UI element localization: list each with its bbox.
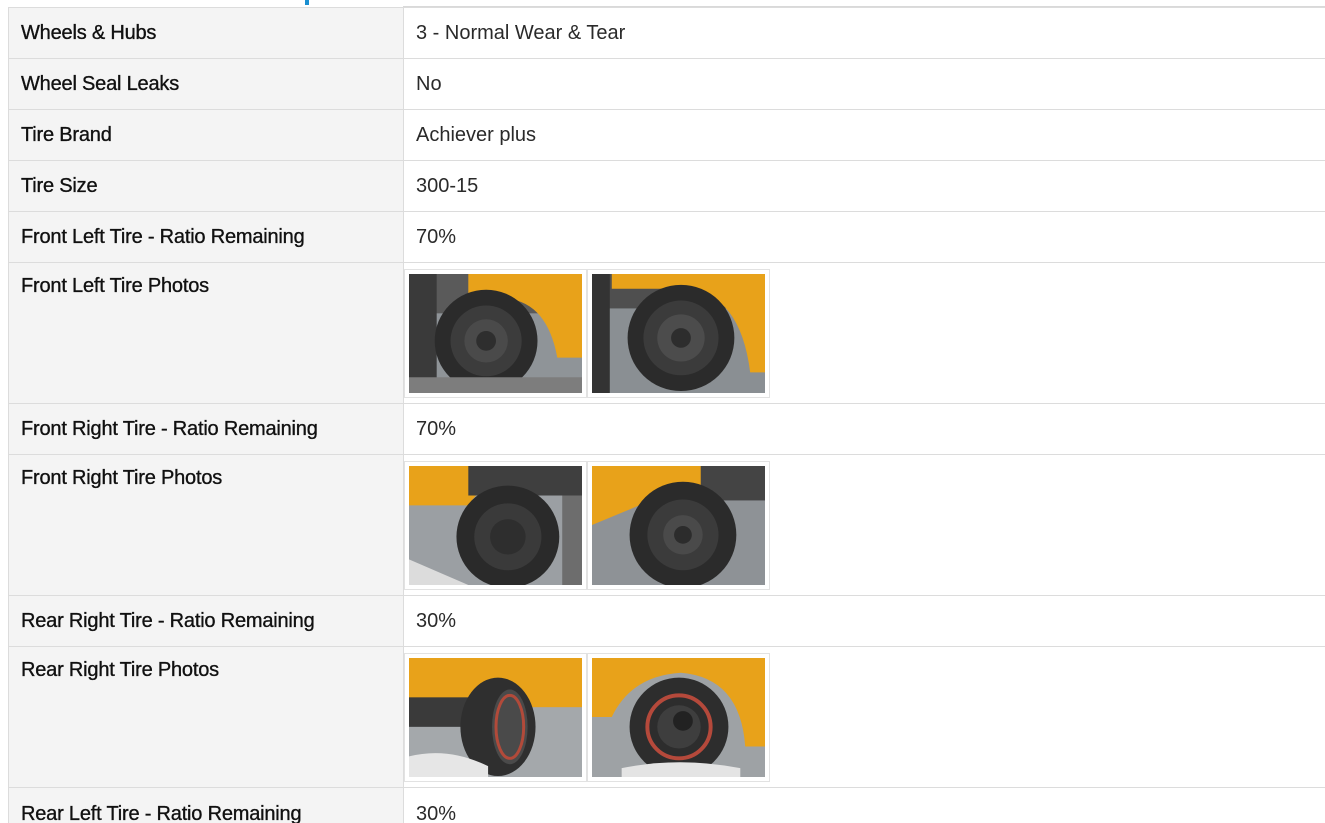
row-label-rear-right-photos: Rear Right Tire Photos (8, 646, 404, 788)
row-value-rear-right-photos (403, 646, 1325, 788)
table-row: Front Left Tire Photos (8, 262, 1325, 404)
inspection-report-page: Wheels & Hubs 3 - Normal Wear & Tear Whe… (0, 0, 1325, 823)
tire-photo-thumbnail[interactable] (587, 652, 770, 782)
photo-gallery (404, 268, 1325, 398)
row-label-front-right-ratio: Front Right Tire - Ratio Remaining (8, 403, 404, 455)
row-label-rear-left-ratio: Rear Left Tire - Ratio Remaining (8, 787, 404, 823)
table-row: Wheels & Hubs 3 - Normal Wear & Tear (8, 7, 1325, 59)
row-value-rear-right-ratio: 30% (403, 595, 1325, 647)
row-label-tire-brand: Tire Brand (8, 109, 404, 161)
table-row: Rear Left Tire - Ratio Remaining 30% (8, 787, 1325, 823)
rear-right-tire-photo-2 (592, 657, 765, 777)
table-row: Front Right Tire - Ratio Remaining 70% (8, 403, 1325, 455)
row-value-front-left-ratio: 70% (403, 211, 1325, 263)
section-title-accent (305, 0, 309, 5)
front-left-tire-photo-1 (409, 273, 582, 393)
row-value-front-left-photos (403, 262, 1325, 404)
row-label-front-right-photos: Front Right Tire Photos (8, 454, 404, 596)
table-row: Front Left Tire - Ratio Remaining 70% (8, 211, 1325, 263)
row-label-rear-right-ratio: Rear Right Tire - Ratio Remaining (8, 595, 404, 647)
table-row: Tire Size 300-15 (8, 160, 1325, 212)
table-row: Rear Right Tire Photos (8, 646, 1325, 788)
tire-photo-thumbnail[interactable] (404, 460, 587, 590)
front-right-tire-photo-1 (409, 465, 582, 585)
photo-gallery (404, 652, 1325, 782)
row-value-rear-left-ratio: 30% (403, 787, 1325, 823)
front-left-tire-photo-2 (592, 273, 765, 393)
row-value-tire-brand: Achiever plus (403, 109, 1325, 161)
row-label-front-left-photos: Front Left Tire Photos (8, 262, 404, 404)
row-value-tire-size: 300-15 (403, 160, 1325, 212)
row-label-wheels-hubs: Wheels & Hubs (8, 7, 404, 59)
row-label-wheel-seal-leaks: Wheel Seal Leaks (8, 58, 404, 110)
tire-photo-thumbnail[interactable] (587, 460, 770, 590)
tire-photo-thumbnail[interactable] (404, 268, 587, 398)
row-value-front-right-photos (403, 454, 1325, 596)
front-right-tire-photo-2 (592, 465, 765, 585)
table-row: Tire Brand Achiever plus (8, 109, 1325, 161)
table-row: Front Right Tire Photos (8, 454, 1325, 596)
row-value-wheels-hubs: 3 - Normal Wear & Tear (403, 7, 1325, 59)
row-value-wheel-seal-leaks: No (403, 58, 1325, 110)
rear-right-tire-photo-1 (409, 657, 582, 777)
photo-gallery (404, 460, 1325, 590)
tire-photo-thumbnail[interactable] (587, 268, 770, 398)
table-row: Wheel Seal Leaks No (8, 58, 1325, 110)
row-label-front-left-ratio: Front Left Tire - Ratio Remaining (8, 211, 404, 263)
row-label-tire-size: Tire Size (8, 160, 404, 212)
table-row: Rear Right Tire - Ratio Remaining 30% (8, 595, 1325, 647)
tire-photo-thumbnail[interactable] (404, 652, 587, 782)
row-value-front-right-ratio: 70% (403, 403, 1325, 455)
tire-inspection-table: Wheels & Hubs 3 - Normal Wear & Tear Whe… (8, 7, 1325, 823)
